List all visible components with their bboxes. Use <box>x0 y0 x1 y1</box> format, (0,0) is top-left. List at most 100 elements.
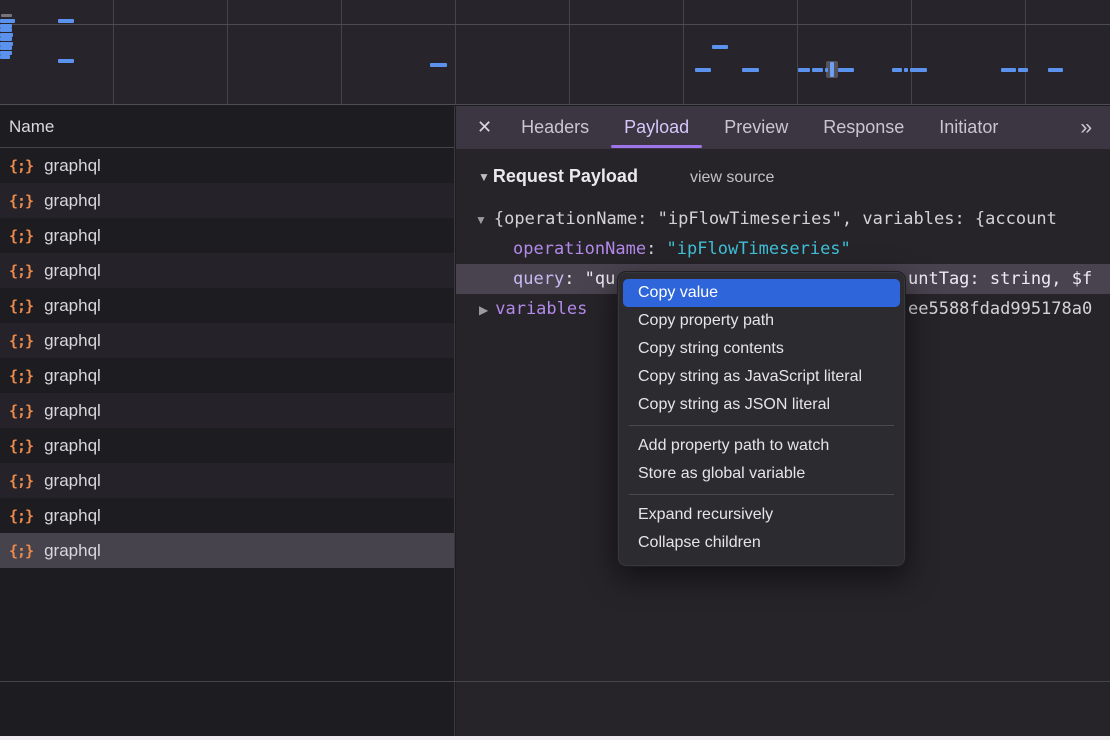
request-timing-bar <box>910 68 927 72</box>
request-timing-bar <box>742 68 759 72</box>
request-name-label: graphql <box>44 366 101 386</box>
payload-root-row[interactable]: ▼ {operationName: "ipFlowTimeseries", var… <box>456 204 1110 234</box>
request-row[interactable]: {;} graphql <box>0 288 454 323</box>
request-name-label: graphql <box>44 436 101 456</box>
bottom-divider <box>0 681 1110 682</box>
overview-gridline <box>227 0 228 104</box>
menu-item-collapse-children[interactable]: Collapse children <box>623 529 900 557</box>
json-request-icon: {;} <box>9 297 33 315</box>
request-timing-bar <box>0 55 10 59</box>
request-timing-bar <box>812 68 823 72</box>
overview-gridline <box>911 0 912 104</box>
request-rows: {;} graphql {;} graphql {;} graphql {;} graphql… <box>0 148 454 568</box>
json-request-icon: {;} <box>9 157 33 175</box>
property-key: variables <box>495 299 587 319</box>
overview-gridline <box>683 0 684 104</box>
overview-gridline <box>341 0 342 104</box>
json-request-icon: {;} <box>9 262 33 280</box>
request-name-label: graphql <box>44 296 101 316</box>
request-row[interactable]: {;} graphql <box>0 428 454 463</box>
devtools-network-panel: Name {;} graphql {;} graphql {;} graphql {;} gr… <box>0 0 1110 740</box>
key-value-separator: : <box>564 269 584 289</box>
request-timing-bar <box>1018 68 1028 72</box>
menu-separator <box>629 425 894 426</box>
menu-item-copy-property-path[interactable]: Copy property path <box>623 307 900 335</box>
property-value-right: ee5588fdad995178a0 <box>908 294 1092 324</box>
expanded-triangle-icon: ▼ <box>475 213 487 227</box>
request-timing-bar <box>695 68 711 72</box>
property-key: query <box>513 269 564 289</box>
menu-item-copy-string-as-json-literal[interactable]: Copy string as JSON literal <box>623 391 900 419</box>
request-name-label: graphql <box>44 541 101 561</box>
menu-item-copy-value[interactable]: Copy value <box>623 279 900 307</box>
network-overview-waterfall[interactable] <box>0 0 1110 105</box>
json-request-icon: {;} <box>9 507 33 525</box>
overview-gridline <box>797 0 798 104</box>
menu-item-copy-string-as-javascript-literal[interactable]: Copy string as JavaScript literal <box>623 363 900 391</box>
json-request-icon: {;} <box>9 437 33 455</box>
request-timing-bar <box>838 68 854 72</box>
json-request-icon: {;} <box>9 332 33 350</box>
request-row[interactable]: {;} graphql <box>0 358 454 393</box>
overview-gridline <box>569 0 570 104</box>
request-name-label: graphql <box>44 226 101 246</box>
request-timing-bar <box>798 68 810 72</box>
request-timing-bar <box>0 28 12 32</box>
selected-request-timing-bar <box>830 62 834 77</box>
request-timing-bar <box>0 46 12 50</box>
property-value-right: untTag: string, $f <box>908 264 1092 294</box>
menu-item-add-property-path-to-watch[interactable]: Add property path to watch <box>623 432 900 460</box>
request-name-label: graphql <box>44 471 101 491</box>
request-timing-bar <box>0 19 15 23</box>
context-menu: Copy valueCopy property pathCopy string … <box>617 271 906 567</box>
property-value-left: "qu <box>585 269 616 289</box>
request-name-label: graphql <box>44 261 101 281</box>
request-row[interactable]: {;} graphql <box>0 463 454 498</box>
overview-gridline <box>455 0 456 104</box>
json-request-icon: {;} <box>9 367 33 385</box>
json-request-icon: {;} <box>9 542 33 560</box>
request-name-label: graphql <box>44 191 101 211</box>
request-row[interactable]: {;} graphql <box>0 498 454 533</box>
request-timing-bar <box>58 59 74 63</box>
request-row[interactable]: {;} graphql <box>0 533 454 568</box>
request-name-label: graphql <box>44 401 101 421</box>
request-timing-bar <box>712 45 728 49</box>
json-request-icon: {;} <box>9 192 33 210</box>
request-name-label: graphql <box>44 506 101 526</box>
payload-operation-row[interactable]: operationName: "ipFlowTimeseries" <box>456 234 1110 264</box>
request-timing-bar <box>1048 68 1063 72</box>
menu-separator <box>629 494 894 495</box>
overview-gridline <box>0 24 1110 25</box>
property-value: "ipFlowTimeseries" <box>667 239 851 259</box>
collapsed-triangle-icon: ▶ <box>479 303 488 317</box>
json-request-icon: {;} <box>9 402 33 420</box>
request-timing-bar <box>1001 68 1016 72</box>
json-request-icon: {;} <box>9 227 33 245</box>
json-request-icon: {;} <box>9 472 33 490</box>
menu-item-expand-recursively[interactable]: Expand recursively <box>623 501 900 529</box>
request-row[interactable]: {;} graphql <box>0 253 454 288</box>
request-timing-bar <box>58 19 74 23</box>
overview-gridline <box>113 0 114 104</box>
request-name-label: graphql <box>44 331 101 351</box>
request-name-label: graphql <box>44 156 101 176</box>
property-key: operationName <box>513 239 646 259</box>
request-timing-bar <box>430 63 447 67</box>
request-timing-bar <box>1 14 12 17</box>
overview-gridline <box>1025 0 1026 104</box>
request-row[interactable]: {;} graphql <box>0 323 454 358</box>
name-column-header[interactable]: Name <box>0 106 454 148</box>
name-column-label: Name <box>9 117 54 136</box>
request-timing-bar <box>0 37 12 41</box>
menu-item-store-as-global-variable[interactable]: Store as global variable <box>623 460 900 488</box>
menu-item-copy-string-contents[interactable]: Copy string contents <box>623 335 900 363</box>
request-timing-bar <box>825 68 828 72</box>
request-row[interactable]: {;} graphql <box>0 393 454 428</box>
request-row[interactable]: {;} graphql <box>0 148 454 183</box>
payload-root-preview: {operationName: "ipFlowTimeseries", vari… <box>494 209 1057 229</box>
request-timing-bar <box>892 68 902 72</box>
request-row[interactable]: {;} graphql <box>0 218 454 253</box>
request-row[interactable]: {;} graphql <box>0 183 454 218</box>
window-bottom-edge <box>0 736 1110 740</box>
